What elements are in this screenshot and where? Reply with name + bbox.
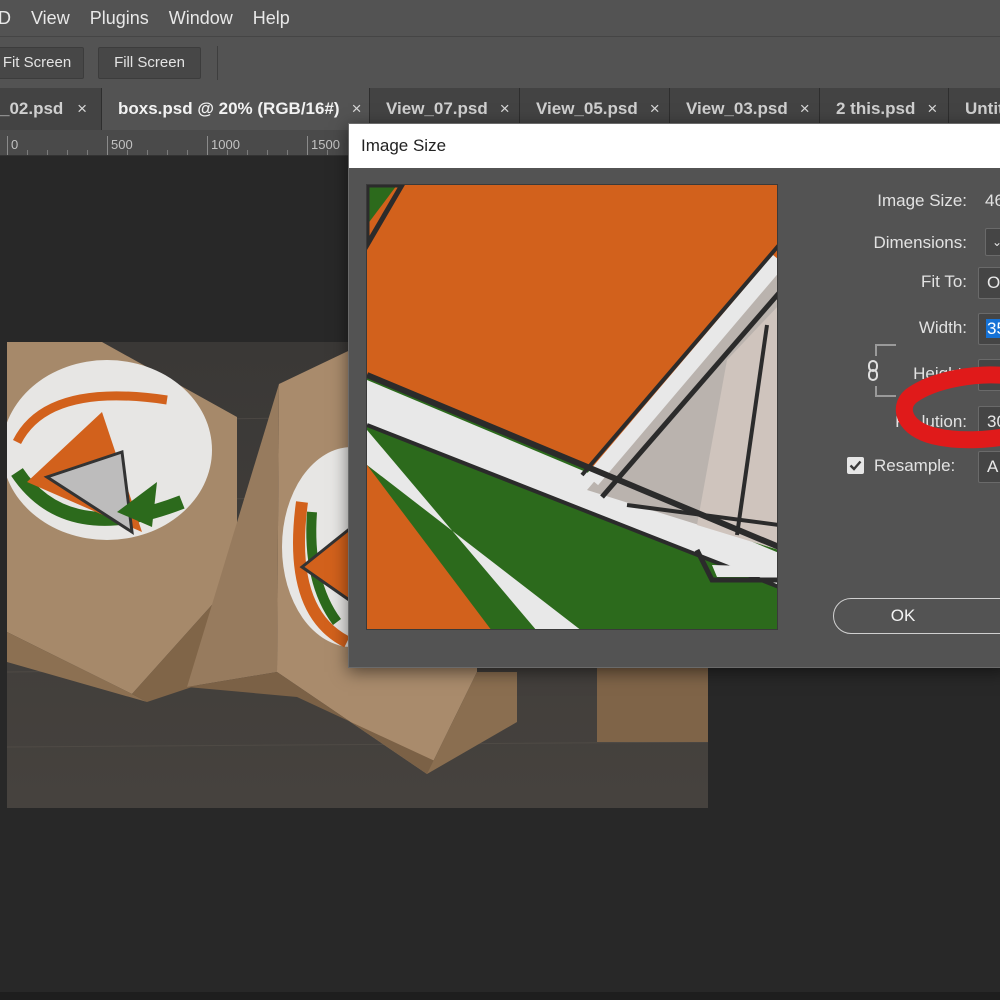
resolution-input[interactable]: 30: [978, 406, 1000, 438]
width-value: 35: [986, 319, 1000, 338]
menu-help[interactable]: Help: [243, 0, 300, 36]
width-input[interactable]: 35: [978, 313, 1000, 345]
tab-label: View_03.psd: [686, 99, 788, 118]
close-icon[interactable]: ×: [650, 99, 660, 119]
close-icon[interactable]: ×: [927, 99, 937, 119]
ok-button[interactable]: OK: [833, 598, 1000, 634]
close-icon[interactable]: ×: [352, 99, 362, 119]
ruler-label: 0: [11, 137, 19, 152]
chevron-down-icon: ⌄: [992, 235, 1000, 249]
image-size-label: Image Size:: [877, 191, 967, 210]
height-input[interactable]: 23: [978, 359, 1000, 391]
resample-label: Resample:: [874, 456, 956, 475]
chain-link-icon[interactable]: [860, 344, 900, 404]
resample-method-select[interactable]: A: [978, 451, 1000, 483]
toolbar-divider: [217, 46, 218, 80]
close-icon[interactable]: ×: [800, 99, 810, 119]
tab-boxs[interactable]: boxs.psd @ 20% (RGB/16#) ×: [102, 88, 370, 130]
menu-view[interactable]: View: [21, 0, 80, 36]
status-strip: [0, 992, 1000, 1000]
options-bar: Fit Screen Fill Screen: [0, 36, 1000, 88]
fill-screen-button[interactable]: Fill Screen: [98, 47, 201, 79]
ruler-label: 1000: [211, 137, 240, 152]
resample-checkbox[interactable]: [847, 457, 864, 474]
close-icon[interactable]: ×: [500, 99, 510, 119]
menu-bar: D View Plugins Window Help: [0, 0, 1000, 36]
menu-window[interactable]: Window: [159, 0, 243, 36]
ruler-label: 500: [111, 137, 133, 152]
resolution-label: Re lution:: [895, 412, 967, 431]
image-size-value: 46: [985, 191, 1000, 210]
ruler-label: 1500: [311, 137, 340, 152]
preview-image: [367, 185, 777, 629]
tab-label: View_07.psd: [386, 99, 488, 118]
image-preview[interactable]: [366, 184, 778, 630]
menu-plugins[interactable]: Plugins: [80, 0, 159, 36]
ruler-tick: [307, 136, 308, 155]
close-icon[interactable]: ×: [77, 99, 87, 119]
dialog-title: Image Size: [361, 136, 447, 155]
menu-file[interactable]: D: [0, 0, 21, 36]
checkmark-icon: [849, 460, 862, 471]
image-size-dialog: Image Size Image Size: 46 Dimensions: Fi…: [348, 123, 1000, 668]
tab-label: Untit: [965, 99, 1000, 118]
ruler-tick: [207, 136, 208, 155]
fit-to-label: Fit To:: [921, 272, 967, 291]
tab-label: _02.psd: [0, 99, 64, 118]
dimensions-dropdown[interactable]: ⌄: [985, 228, 1000, 256]
tab-label: 2 this.psd: [836, 99, 916, 118]
tab-view-02[interactable]: _02.psd ×: [0, 88, 102, 130]
ruler-tick: [7, 136, 8, 155]
fit-to-select[interactable]: O: [978, 267, 1000, 299]
height-label: Height:: [913, 364, 967, 383]
horizontal-ruler: 0 500 1000 1500: [0, 130, 350, 156]
dialog-titlebar[interactable]: Image Size: [349, 124, 1000, 168]
fit-screen-button[interactable]: Fit Screen: [0, 47, 84, 79]
width-label: Width:: [918, 318, 967, 337]
ruler-tick: [107, 136, 108, 155]
dimensions-label: Dimensions:: [873, 233, 967, 252]
tab-label: boxs.psd @ 20% (RGB/16#): [118, 99, 340, 118]
tab-label: View_05.psd: [536, 99, 638, 118]
